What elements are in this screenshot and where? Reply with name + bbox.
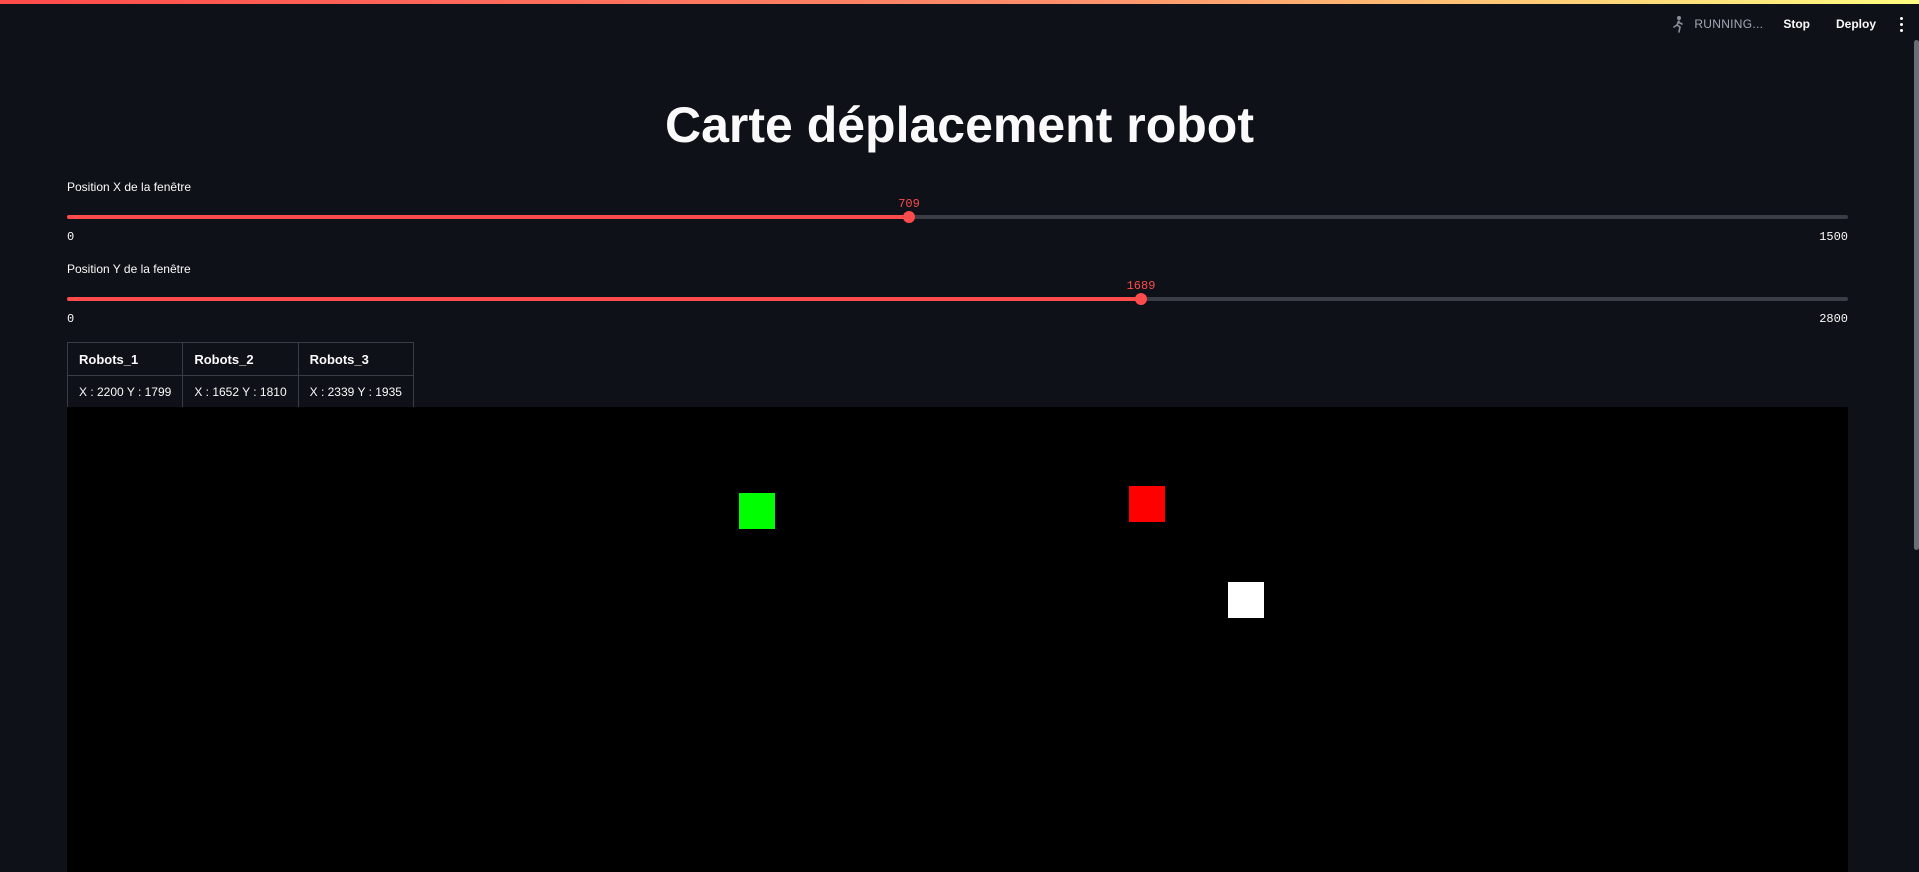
slider-position-x: Position X de la fenêtre 709 0 1500 — [67, 180, 1848, 250]
slider-track[interactable] — [67, 211, 1848, 223]
robots-table: Robots_1 Robots_2 Robots_3 X : 2200 Y : … — [66, 342, 414, 409]
slider-min: 0 — [67, 230, 75, 244]
slider-position-y: Position Y de la fenêtre 1689 0 2800 — [67, 262, 1848, 332]
deploy-button[interactable]: Deploy — [1830, 13, 1882, 35]
toolbar: RUNNING... Stop Deploy — [1670, 10, 1907, 38]
kebab-menu-icon[interactable] — [1896, 15, 1907, 34]
table-cell: X : 1652 Y : 1810 — [182, 375, 299, 409]
table-header-cell: Robots_2 — [182, 342, 299, 376]
slider-track[interactable] — [67, 293, 1848, 305]
decoration-bar — [0, 0, 1919, 4]
slider-max: 2800 — [1819, 312, 1848, 326]
running-status: RUNNING... — [1670, 15, 1763, 33]
slider-value: 709 — [898, 197, 920, 211]
running-figure-icon — [1673, 16, 1684, 33]
slider-fill — [67, 215, 909, 219]
robot-marker-red — [1129, 486, 1165, 522]
robot-marker-green — [739, 493, 775, 529]
table-cell: X : 2339 Y : 1935 — [297, 375, 414, 409]
slider-max: 1500 — [1819, 230, 1848, 244]
slider-fill — [67, 297, 1141, 301]
robot-marker-white — [1228, 582, 1264, 618]
page-title: Carte déplacement robot — [664, 97, 1254, 153]
table-header-cell: Robots_1 — [66, 342, 184, 376]
slider-thumb[interactable] — [1135, 293, 1147, 305]
slider-label: Position X de la fenêtre — [67, 180, 192, 194]
slider-value: 1689 — [1126, 279, 1156, 293]
slider-min: 0 — [67, 312, 75, 326]
status-text: RUNNING... — [1694, 17, 1764, 31]
table-cell: X : 2200 Y : 1799 — [66, 375, 184, 409]
slider-thumb[interactable] — [903, 211, 915, 223]
table-header-row: Robots_1 Robots_2 Robots_3 — [66, 342, 414, 376]
robot-map-canvas — [67, 407, 1848, 872]
stop-button[interactable]: Stop — [1777, 13, 1816, 35]
table-header-cell: Robots_3 — [297, 342, 414, 376]
slider-label: Position Y de la fenêtre — [67, 262, 191, 276]
table-row: X : 2200 Y : 1799 X : 1652 Y : 1810 X : … — [66, 375, 414, 409]
